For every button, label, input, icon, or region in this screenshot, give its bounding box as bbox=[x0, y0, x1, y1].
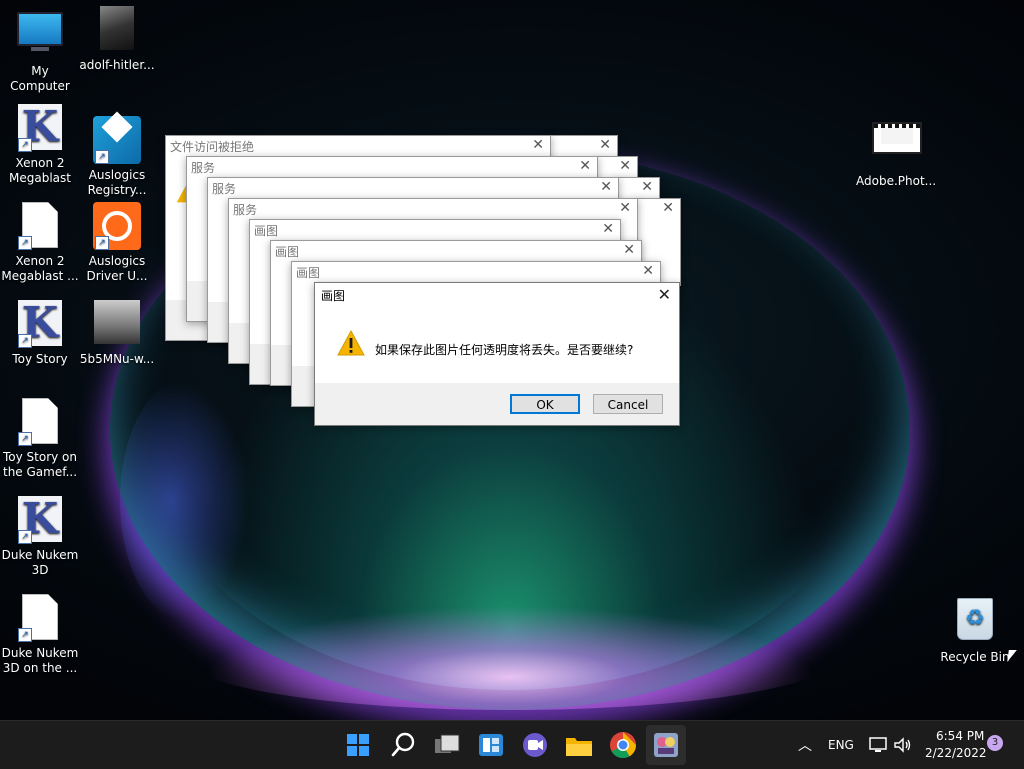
clock-time[interactable]: 6:54 PM bbox=[936, 729, 984, 743]
monitor-icon bbox=[17, 12, 63, 46]
start-button[interactable] bbox=[342, 729, 374, 761]
shortcut-arrow-icon: ↗ bbox=[18, 530, 32, 544]
shortcut-arrow-icon: ↗ bbox=[18, 432, 32, 446]
desktop-icon-label: Recycle Bin bbox=[940, 650, 1010, 664]
close-icon[interactable]: ✕ bbox=[662, 200, 674, 216]
wallpaper-left-glow bbox=[120, 380, 250, 620]
desktop-icon-auslogics-registry[interactable]: ↗ Auslogics Registry... bbox=[77, 104, 157, 198]
desktop-icon-label: Toy Story bbox=[12, 352, 68, 366]
close-icon[interactable]: ✕ bbox=[658, 285, 671, 304]
wallpaper-bottom-glow bbox=[180, 600, 840, 710]
desktop-icon-toy-story-gamefaqs[interactable]: ↗ Toy Story on the Gamef... bbox=[0, 398, 80, 480]
cancel-button[interactable]: Cancel bbox=[593, 394, 663, 414]
shortcut-arrow-icon: ↗ bbox=[18, 138, 32, 152]
shortcut-arrow-icon: ↗ bbox=[18, 628, 32, 642]
volume-icon[interactable] bbox=[892, 735, 912, 755]
shortcut-arrow-icon: ↗ bbox=[18, 236, 32, 250]
dialog-title: 文件访问被拒绝 bbox=[170, 140, 255, 154]
dialog-title: 画图 bbox=[254, 224, 279, 238]
close-icon[interactable]: ✕ bbox=[642, 263, 654, 279]
desktop-icon-label: Xenon 2 Megablast ... bbox=[1, 254, 79, 283]
desktop-icon-recycle-bin[interactable]: ♻ Recycle Bin bbox=[935, 594, 1015, 665]
dialog-title: 画图 bbox=[275, 245, 300, 259]
dialog-message: 如果保存此图片任何透明度将丢失。是否要继续? bbox=[375, 343, 634, 357]
dialog-title: 服务 bbox=[233, 203, 258, 217]
desktop-icon-duke-nukem[interactable]: K ↗ Duke Nukem 3D bbox=[0, 496, 80, 578]
photo-thumbnail-icon bbox=[100, 6, 134, 50]
shortcut-arrow-icon: ↗ bbox=[18, 334, 32, 348]
notification-count-badge[interactable]: 3 bbox=[987, 735, 1003, 751]
tray-overflow-chevron-icon[interactable]: ︿ bbox=[798, 735, 812, 755]
shortcut-arrow-icon: ↗ bbox=[95, 236, 109, 250]
desktop-icon-photo[interactable]: adolf-hitler... bbox=[77, 6, 157, 73]
desktop-icon-xenon2[interactable]: K ↗ Xenon 2 Megablast bbox=[0, 104, 80, 186]
desktop-icon-label: 5b5MNu-w... bbox=[79, 352, 155, 366]
file-explorer-icon[interactable] bbox=[563, 729, 595, 761]
desktop-icon-toy-story[interactable]: K ↗ Toy Story bbox=[0, 300, 80, 367]
dialog-title: 画图 bbox=[296, 266, 321, 280]
dialog-title: 服务 bbox=[212, 182, 237, 196]
desktop-icon-label: Adobe.Phot... bbox=[856, 174, 937, 188]
close-icon[interactable]: ✕ bbox=[641, 179, 653, 195]
recycle-bin-icon: ♻ bbox=[957, 598, 993, 640]
taskbar: ︿ ENG 6:54 PM 2/22/2022 bbox=[0, 720, 1024, 769]
mouse-cursor bbox=[1007, 650, 1017, 662]
dialog-button-bar: OK Cancel bbox=[315, 383, 679, 425]
desktop-icon-auslogics-driver[interactable]: ↗ Auslogics Driver U... bbox=[77, 202, 157, 284]
close-icon[interactable]: ✕ bbox=[532, 137, 544, 153]
desktop-icon-label: Duke Nukem 3D bbox=[1, 548, 79, 577]
close-icon[interactable]: ✕ bbox=[619, 200, 631, 216]
ok-button[interactable]: OK bbox=[510, 394, 580, 414]
widgets-icon[interactable] bbox=[475, 729, 507, 761]
warning-icon bbox=[337, 329, 365, 356]
teams-chat-icon[interactable] bbox=[519, 729, 551, 761]
clock-date[interactable]: 2/22/2022 bbox=[925, 746, 987, 760]
shortcut-arrow-icon: ↗ bbox=[95, 150, 109, 164]
close-icon[interactable]: ✕ bbox=[619, 158, 631, 174]
paint-app-icon[interactable] bbox=[650, 729, 682, 761]
dialog-paint-transparency-warning[interactable]: 画图 ✕ 如果保存此图片任何透明度将丢失。是否要继续? OK Cancel bbox=[314, 282, 680, 426]
desktop-icon-image-file[interactable]: 5b5MNu-w... bbox=[77, 300, 157, 367]
close-icon[interactable]: ✕ bbox=[579, 158, 591, 174]
desktop-icon-label: Xenon 2 Megablast bbox=[9, 156, 71, 185]
video-file-icon bbox=[872, 122, 922, 154]
photo-thumbnail-icon bbox=[94, 300, 140, 344]
desktop-icon-xenon2-file[interactable]: ↗ Xenon 2 Megablast ... bbox=[0, 202, 80, 284]
desktop-icon-label: My Computer bbox=[10, 64, 70, 93]
desktop-icon-label: adolf-hitler... bbox=[79, 58, 155, 72]
desktop-icon-label: Auslogics Registry... bbox=[87, 168, 147, 197]
close-icon[interactable]: ✕ bbox=[623, 242, 635, 258]
close-icon[interactable]: ✕ bbox=[600, 179, 612, 195]
desktop-icon-duke-nukem-file[interactable]: ↗ Duke Nukem 3D on the ... bbox=[0, 594, 80, 676]
language-indicator[interactable]: ENG bbox=[828, 738, 854, 752]
close-icon[interactable]: ✕ bbox=[602, 221, 614, 237]
dialog-title: 服务 bbox=[191, 161, 216, 175]
desktop-icon-label: Toy Story on the Gamef... bbox=[2, 450, 78, 479]
network-icon[interactable] bbox=[868, 735, 888, 755]
close-icon[interactable]: ✕ bbox=[599, 137, 611, 153]
desktop-icon-label: Auslogics Driver U... bbox=[86, 254, 148, 283]
task-view-icon[interactable] bbox=[431, 729, 463, 761]
desktop-icon-adobe-video[interactable]: Adobe.Phot... bbox=[856, 112, 936, 189]
desktop-icon-label: Duke Nukem 3D on the ... bbox=[1, 646, 79, 675]
dialog-title: 画图 bbox=[321, 289, 346, 303]
search-icon[interactable] bbox=[388, 729, 420, 761]
desktop-icon-my-computer[interactable]: My Computer bbox=[0, 8, 80, 94]
chrome-icon[interactable] bbox=[607, 729, 639, 761]
